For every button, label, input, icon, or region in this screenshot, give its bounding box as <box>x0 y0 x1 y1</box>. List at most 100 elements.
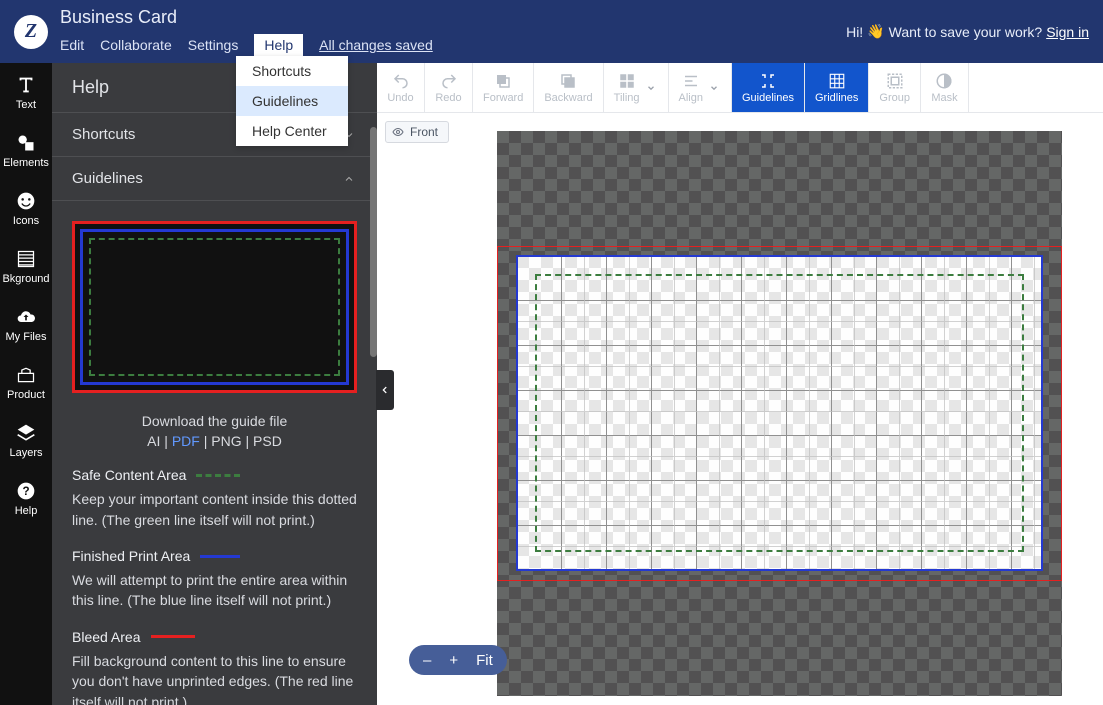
guidelines-icon <box>759 72 777 90</box>
align-icon <box>682 72 700 90</box>
legend-finished-title: Finished Print Area <box>72 546 190 566</box>
greeting-text: Hi! <box>846 24 863 40</box>
save-prompt: Want to save your work? <box>889 24 1043 40</box>
format-pdf[interactable]: PDF <box>172 433 200 449</box>
tool-product[interactable]: Product <box>0 353 52 411</box>
tiling-button[interactable]: Tiling <box>604 63 669 112</box>
bring-forward-icon <box>494 72 512 90</box>
text-icon <box>14 73 38 97</box>
help-icon: ? <box>14 479 38 503</box>
side-selector[interactable]: Front <box>385 121 449 143</box>
background-icon <box>14 247 38 271</box>
workspace: Undo Redo Forward Backward Tiling Align <box>377 63 1103 705</box>
top-toolbar: Undo Redo Forward Backward Tiling Align <box>377 63 1103 113</box>
tool-product-label: Product <box>7 389 45 401</box>
redo-icon <box>440 72 458 90</box>
tool-icons[interactable]: Icons <box>0 179 52 237</box>
tool-help-label: Help <box>15 505 38 517</box>
swatch-safe-icon <box>196 474 240 477</box>
dropdown-shortcuts[interactable]: Shortcuts <box>236 56 348 86</box>
chevron-up-icon <box>341 171 357 187</box>
svg-text:?: ? <box>22 485 29 498</box>
gridlines-button[interactable]: Gridlines <box>805 63 869 112</box>
icons-icon <box>14 189 38 213</box>
zoom-fit-button[interactable]: Fit <box>476 652 493 669</box>
tiling-icon <box>618 72 636 90</box>
tool-background-label: Bkground <box>2 273 49 285</box>
tool-layers[interactable]: Layers <box>0 411 52 469</box>
page-title: Business Card <box>60 7 433 29</box>
main-menu: Edit Collaborate Settings Help All chang… <box>60 34 433 56</box>
help-panel: Help Shortcuts Guidelines Download the g… <box>52 63 377 705</box>
tool-myfiles[interactable]: My Files <box>0 295 52 353</box>
elements-icon <box>14 131 38 155</box>
layers-icon <box>14 421 38 445</box>
legend-bleed: Bleed Area Fill background content to th… <box>72 627 357 705</box>
group-button[interactable]: Group <box>869 63 921 112</box>
tool-background[interactable]: Bkground <box>0 237 52 295</box>
section-guidelines[interactable]: Guidelines <box>52 157 377 201</box>
tool-text[interactable]: Text <box>0 63 52 121</box>
card-surface[interactable] <box>517 256 1042 570</box>
format-psd[interactable]: PSD <box>253 433 282 449</box>
zoom-out-button[interactable]: – <box>423 652 431 669</box>
redo-button[interactable]: Redo <box>425 63 473 112</box>
download-caption: Download the guide file <box>72 413 357 429</box>
grid-overlay <box>517 256 1042 570</box>
dropdown-guidelines[interactable]: Guidelines <box>236 86 348 116</box>
panel-scrollbar[interactable] <box>370 127 377 357</box>
section-shortcuts-label: Shortcuts <box>72 126 135 143</box>
dropdown-help-center[interactable]: Help Center <box>236 116 348 146</box>
tool-icons-label: Icons <box>13 215 39 227</box>
send-backward-icon <box>559 72 577 90</box>
collapse-panel-button[interactable] <box>376 370 394 410</box>
tool-layers-label: Layers <box>9 447 42 459</box>
legend-bleed-title: Bleed Area <box>72 627 141 647</box>
swatch-finished-icon <box>200 555 240 558</box>
legend-safe: Safe Content Area Keep your important co… <box>72 465 357 530</box>
zoom-controls: – + Fit <box>409 645 507 675</box>
eye-icon <box>392 126 404 138</box>
backward-button[interactable]: Backward <box>534 63 603 112</box>
tool-help[interactable]: ? Help <box>0 469 52 527</box>
menu-help[interactable]: Help <box>254 34 303 56</box>
brand-logo[interactable]: Z <box>14 15 48 49</box>
app-header: Z Business Card Edit Collaborate Setting… <box>0 0 1103 63</box>
menu-settings[interactable]: Settings <box>188 37 239 53</box>
group-icon <box>886 72 904 90</box>
legend-finished-body: We will attempt to print the entire area… <box>72 570 357 611</box>
menu-edit[interactable]: Edit <box>60 37 84 53</box>
legend-safe-body: Keep your important content inside this … <box>72 489 357 530</box>
format-png[interactable]: PNG <box>211 433 241 449</box>
tool-elements-label: Elements <box>3 157 49 169</box>
preview-safe-line <box>89 238 340 376</box>
chevron-down-icon[interactable] <box>707 83 721 93</box>
mask-button[interactable]: Mask <box>921 63 969 112</box>
product-icon <box>14 363 38 387</box>
undo-icon <box>392 72 410 90</box>
swatch-bleed-icon <box>151 635 195 638</box>
format-ai[interactable]: AI <box>147 433 160 449</box>
undo-button[interactable]: Undo <box>377 63 425 112</box>
canvas-area[interactable]: Front – + Fit <box>377 113 1103 705</box>
forward-button[interactable]: Forward <box>473 63 534 112</box>
menu-collaborate[interactable]: Collaborate <box>100 37 172 53</box>
file-format-links: AI | PDF | PNG | PSD <box>72 433 357 449</box>
design-canvas[interactable] <box>497 131 1062 696</box>
side-label: Front <box>410 125 438 139</box>
zoom-in-button[interactable]: + <box>449 652 458 669</box>
legend-safe-title: Safe Content Area <box>72 465 186 485</box>
autosave-status[interactable]: All changes saved <box>319 37 433 53</box>
wave-icon: 👋 <box>867 23 884 40</box>
cloud-upload-icon <box>14 305 38 329</box>
align-button[interactable]: Align <box>669 63 732 112</box>
guideline-preview <box>72 221 357 393</box>
sign-in-link[interactable]: Sign in <box>1046 24 1089 40</box>
legend-bleed-body: Fill background content to this line to … <box>72 651 357 705</box>
help-dropdown: Shortcuts Guidelines Help Center <box>236 56 348 146</box>
mask-icon <box>935 72 953 90</box>
guidelines-button[interactable]: Guidelines <box>732 63 805 112</box>
tool-myfiles-label: My Files <box>6 331 47 343</box>
tool-elements[interactable]: Elements <box>0 121 52 179</box>
chevron-down-icon[interactable] <box>644 83 658 93</box>
